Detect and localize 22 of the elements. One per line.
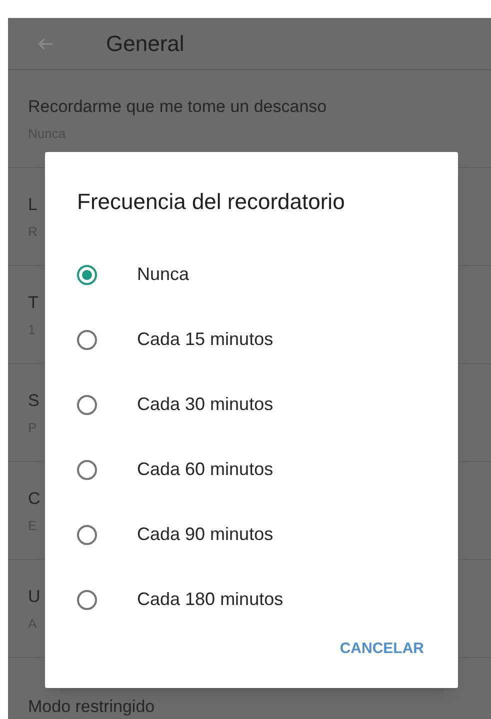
setting-title[interactable]: C (28, 486, 40, 512)
radio-label[interactable]: Cada 30 minutos (137, 391, 274, 418)
page-title: General (106, 30, 184, 58)
radio-button[interactable] (77, 524, 97, 544)
radio-button[interactable] (77, 264, 97, 284)
radio-label[interactable]: Cada 180 minutos (137, 586, 284, 613)
dialog-title: Frecuencia del recordatorio (77, 188, 345, 216)
radio-label[interactable]: Cada 90 minutos (137, 521, 274, 548)
radio-label[interactable]: Nunca (137, 261, 190, 288)
radio-button[interactable] (77, 590, 97, 610)
setting-title[interactable]: T (28, 290, 38, 316)
radio-button[interactable] (77, 394, 97, 414)
radio-button[interactable] (77, 330, 97, 350)
setting-title[interactable]: L (28, 192, 38, 218)
setting-title[interactable]: U (28, 584, 40, 610)
setting-title[interactable]: S (28, 388, 40, 414)
radio-label[interactable]: Cada 15 minutos (137, 326, 274, 353)
cancel-button[interactable]: CANCELAR (338, 634, 426, 664)
radio-button[interactable] (77, 460, 97, 480)
radio-label[interactable]: Cada 60 minutos (137, 456, 274, 483)
setting-title[interactable]: Recordarme que me tome un descanso (28, 94, 327, 120)
setting-title[interactable]: Modo restringido (28, 694, 155, 719)
